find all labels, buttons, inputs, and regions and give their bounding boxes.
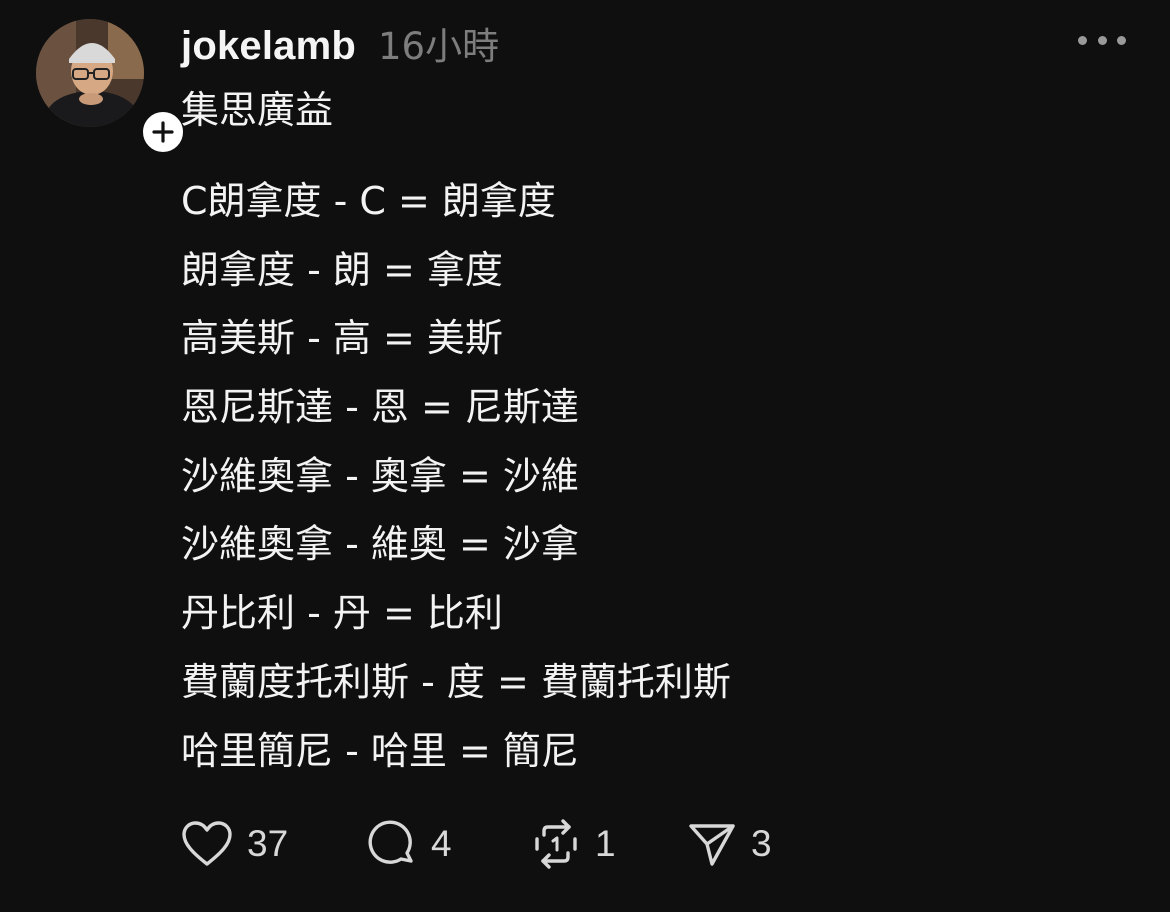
post-line: 沙維奧拿 - 奧拿 = 沙維 (181, 453, 579, 498)
share-button[interactable]: 3 (687, 814, 807, 874)
share-count: 3 (751, 823, 772, 864)
post-header: jokelamb 16小時 (181, 16, 499, 68)
repost-button[interactable]: 1 (531, 814, 687, 874)
post-line: 丹比利 - 丹 = 比利 (181, 591, 503, 636)
post-first-line: 集思廣益 (181, 88, 334, 132)
plus-icon (152, 121, 174, 143)
repost-icon (535, 819, 577, 869)
avatar-container[interactable] (36, 19, 188, 157)
post-line: C朗拿度 - C = 朗拿度 (181, 179, 556, 223)
more-horizontal-icon-dot (1117, 35, 1126, 45)
post-line: 沙維奧拿 - 維奧 = 沙拿 (181, 522, 579, 567)
heart-icon (182, 821, 232, 866)
comment-bubble-icon (368, 820, 413, 864)
avatar-image (36, 19, 144, 127)
avatar[interactable] (36, 19, 144, 127)
repost-count: 1 (595, 823, 616, 864)
post: jokelamb 16小時 集思廣益 C朗拿度 - C = 朗拿度 朗拿度 - … (0, 0, 1170, 912)
post-line: 費蘭度托利斯 - 度 = 費蘭托利斯 (181, 659, 731, 704)
post-line: 高美斯 - 高 = 美斯 (181, 316, 503, 361)
post-line: 朗拿度 - 朗 = 拿度 (181, 247, 503, 292)
post-body: C朗拿度 - C = 朗拿度 朗拿度 - 朗 = 拿度 高美斯 - 高 = 美斯… (181, 167, 731, 785)
more-horizontal-icon (1078, 35, 1087, 45)
like-button[interactable]: 37 (181, 814, 367, 874)
more-options-button[interactable] (1078, 26, 1126, 54)
post-line: 恩尼斯達 - 恩 = 尼斯達 (181, 385, 579, 430)
reply-button[interactable]: 4 (367, 814, 531, 874)
like-count: 37 (247, 823, 289, 864)
more-horizontal-icon-dot (1097, 35, 1107, 45)
author-username[interactable]: jokelamb (181, 24, 356, 69)
post-timestamp: 16小時 (378, 25, 500, 68)
send-icon (689, 824, 735, 866)
post-line: 哈里簡尼 - 哈里 = 簡尼 (181, 728, 579, 773)
post-actions: 37 4 1 3 (181, 814, 807, 874)
reply-count: 4 (431, 823, 452, 864)
